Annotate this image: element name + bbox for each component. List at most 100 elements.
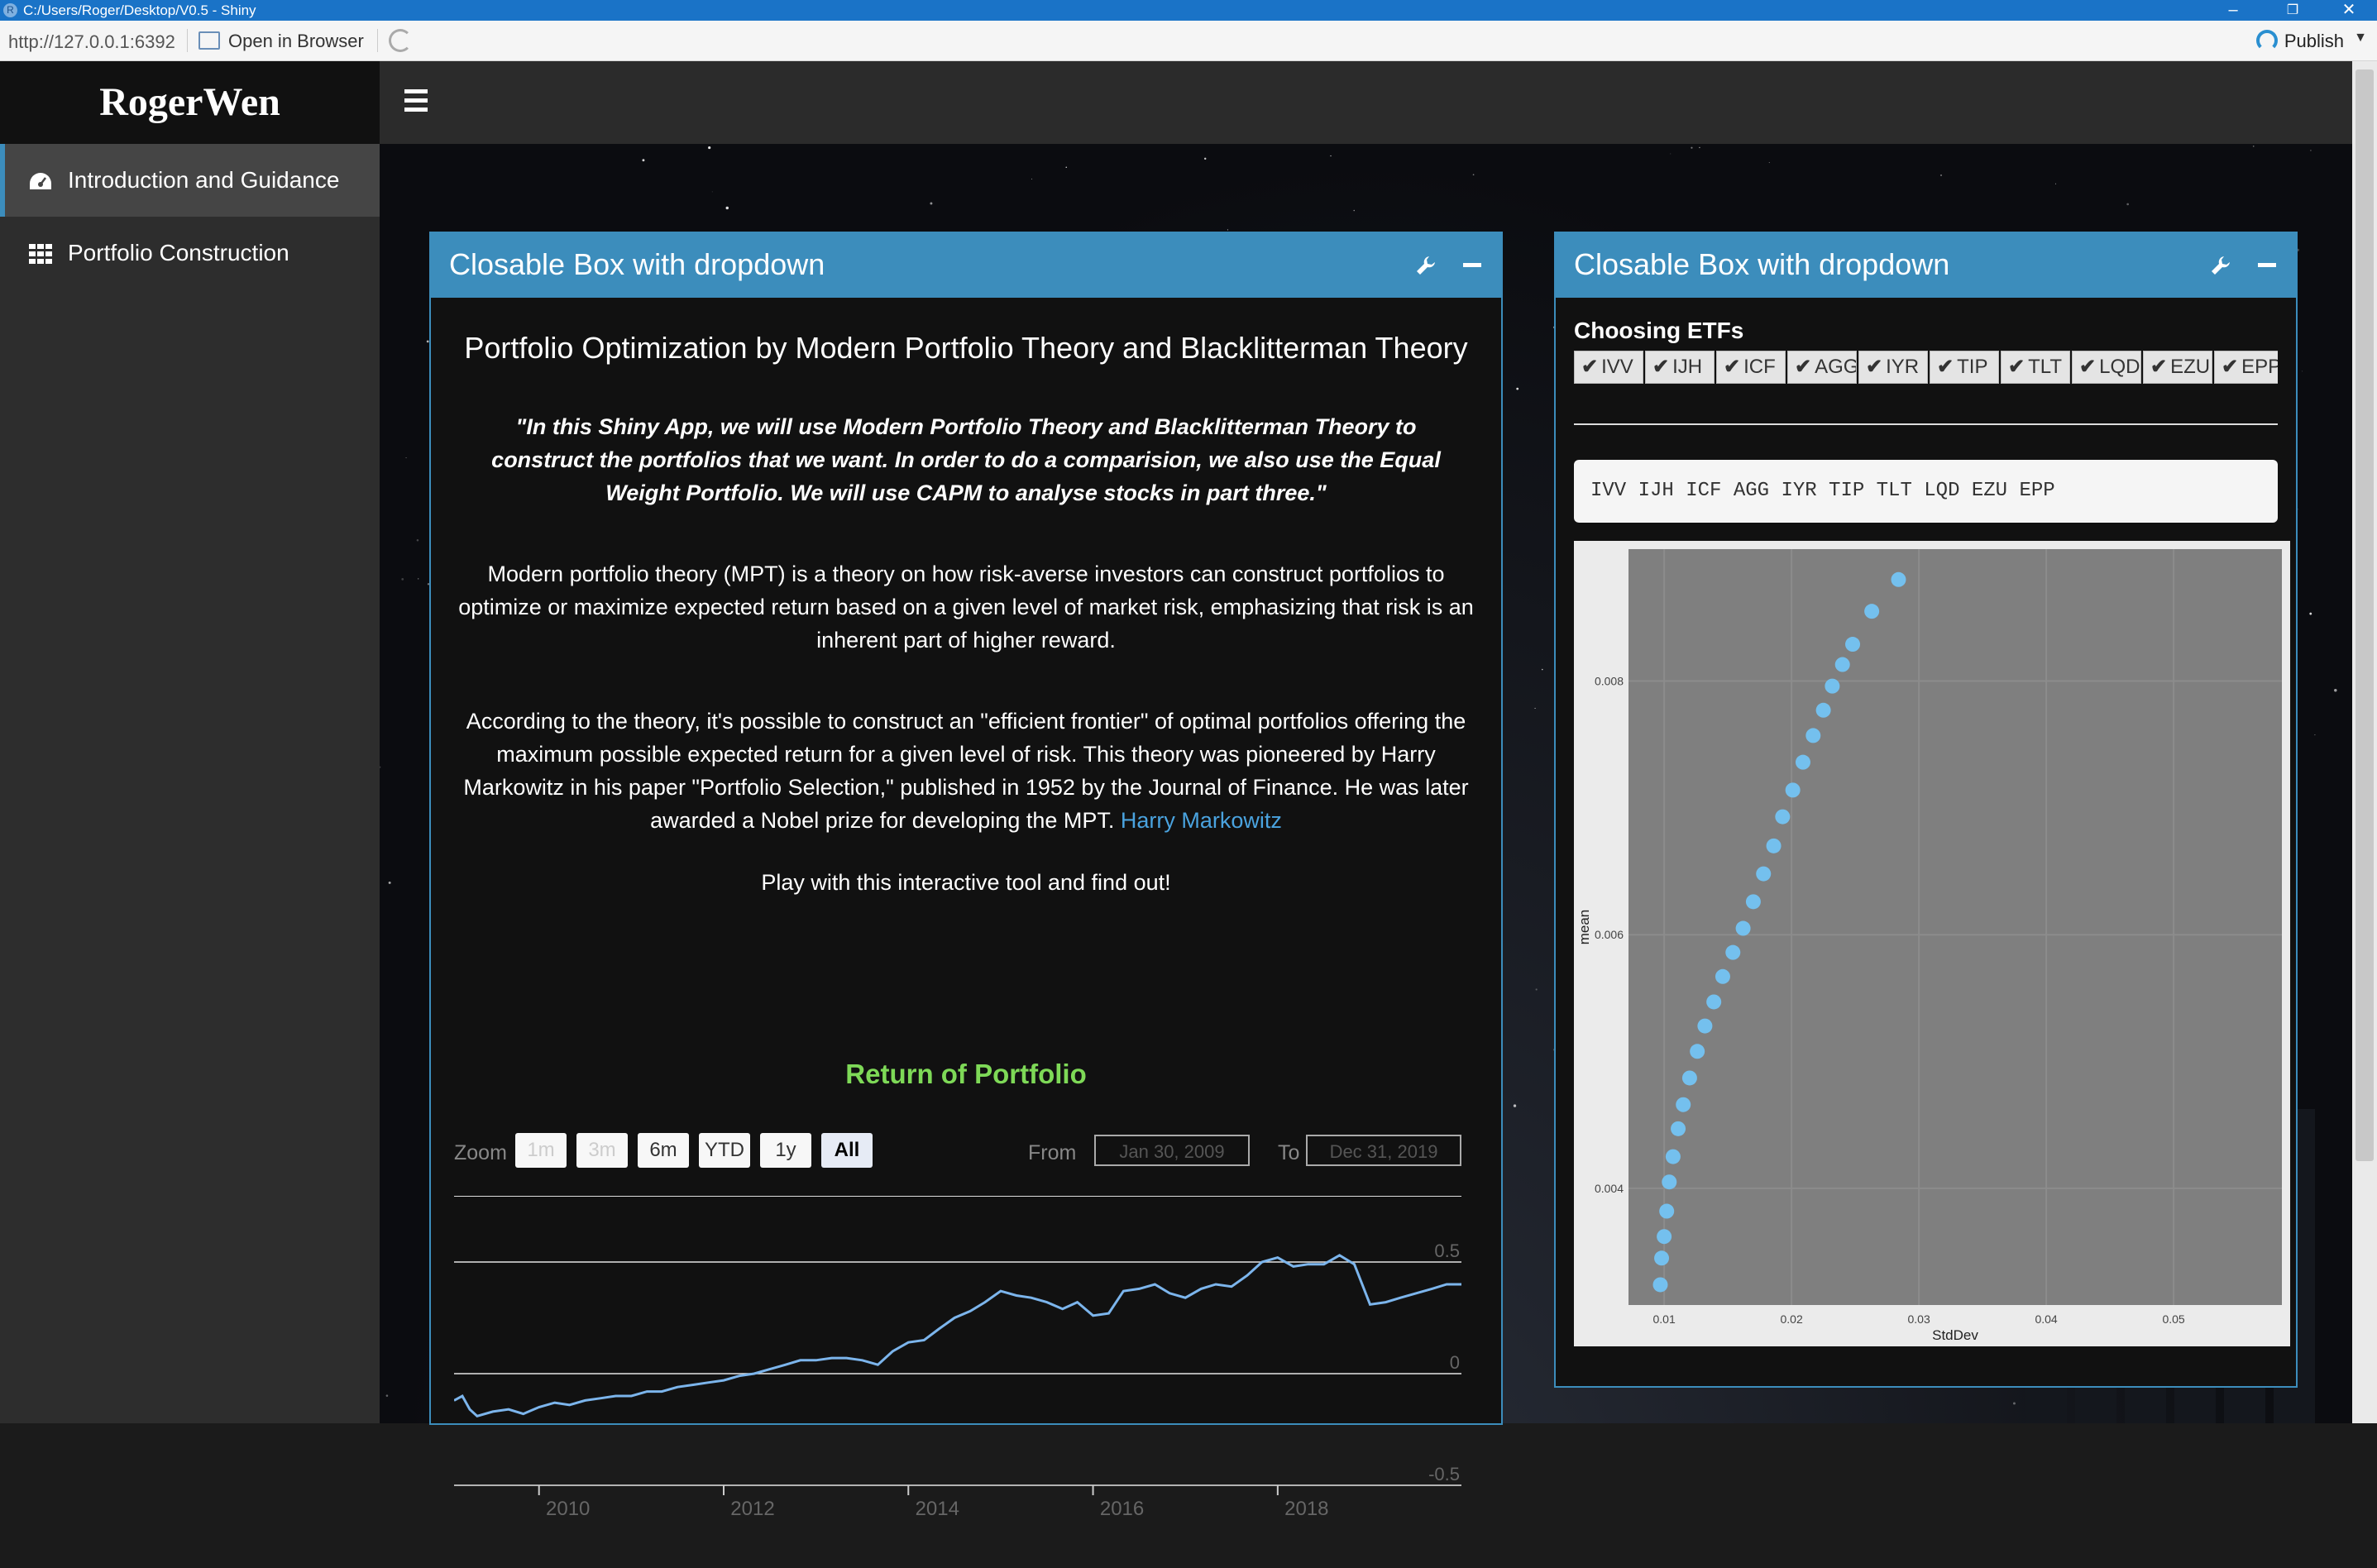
frontier-point [1676,1097,1691,1112]
from-date-input[interactable]: Jan 30, 2009 [1094,1135,1250,1166]
wrench-icon[interactable] [2210,255,2231,276]
etf-chip-ivv[interactable]: ✔ IVV [1574,351,1643,384]
x-tick-label: 2014 [916,1498,959,1520]
refresh-icon[interactable] [389,29,412,52]
publish-dropdown-icon[interactable]: ▼ [2354,31,2367,45]
star [1535,988,1538,991]
main-header [380,61,2352,144]
star [1227,229,1228,231]
star [1541,668,1543,671]
check-icon: ✔ [2079,356,2097,378]
minimize-button[interactable]: – [2208,0,2258,21]
maximize-button[interactable]: ❐ [2268,0,2317,21]
sidebar: Introduction and Guidance Portfolio Cons… [0,144,380,1423]
x-tick-label: 2016 [1100,1498,1144,1520]
check-icon: ✔ [2008,356,2025,378]
etf-checkbox-group: ✔ IVV ✔ IJH ✔ ICF ✔ AGG ✔ IYR ✔ TIP ✔ TLT ✔ LQD ✔ EZU ✔ EPP [1574,351,2278,385]
efficient-frontier-plot[interactable]: 0.01 0.02 0.03 0.04 0.05 0.004 0.006 0.008 StdDe… [1574,369,2290,1346]
x-tick-label: 2010 [546,1498,590,1520]
etf-chip-tip[interactable]: ✔ TIP [1930,351,1999,384]
publish-button[interactable]: Publish [2255,30,2344,53]
frontier-point [1657,1229,1672,1245]
frontier-point [1815,702,1831,718]
etf-chip-epp[interactable]: ✔ EPP [2214,351,2278,384]
close-window-button[interactable]: ✕ [2324,0,2374,21]
star [1691,146,1693,149]
page-scrollbar[interactable] [2352,61,2377,1423]
etf-box: Closable Box with dropdown Choosing ETFs… [1554,232,2298,1388]
to-label: To [1278,1141,1300,1164]
star [2309,612,2312,615]
url-display: http://127.0.0.1:6392 [8,31,175,52]
from-label: From [1028,1141,1077,1164]
open-in-browser-button[interactable]: Open in Browser [198,29,364,54]
sidebar-toggle-icon[interactable] [404,89,428,114]
star [642,159,645,162]
return-line-chart[interactable]: 0.5 0 -0.5 2010 2012 2014 2016 2018 [454,1196,1461,1568]
harry-markowitz-link[interactable]: Harry Markowitz [1121,808,1282,833]
star [388,881,391,884]
frontier-point [1671,1121,1686,1136]
sidebar-item-label: Introduction and Guidance [68,167,340,193]
etf-chip-tlt[interactable]: ✔ TLT [2001,351,2070,384]
zoom-1y-button[interactable]: 1y [760,1133,811,1168]
selected-etfs-output: IVV IJH ICF AGG IYR TIP TLT LQD EZU EPP [1574,460,2278,523]
wrench-icon[interactable] [1415,255,1437,276]
star [416,538,419,542]
grid-icon [29,244,52,264]
divider [1574,423,2278,425]
range-selector: Zoom 1m 3m 6m YTD 1y All From Jan 30, 20… [454,1133,1478,1169]
star [1203,157,1207,160]
x-tick-label: 0.05 [2162,1312,2184,1326]
frontier-point [1845,637,1861,653]
x-axis-label: StdDev [1932,1327,1978,1343]
frontier-plot-container: 0.01 0.02 0.03 0.04 0.05 0.004 0.006 0.008 StdDe… [1574,369,2290,1346]
etf-chip-iyr[interactable]: ✔ IYR [1858,351,1928,384]
toolbar-divider [377,29,378,52]
zoom-all-button[interactable]: All [821,1133,873,1168]
frontier-point [1654,1250,1670,1266]
intro-quote: "In this Shiny App, we will use Modern P… [491,414,1441,505]
y-tick-label: 0.004 [1595,1182,1624,1195]
collapse-icon[interactable] [2258,263,2276,267]
frontier-point [1735,920,1751,936]
frontier-point [1715,968,1730,984]
star [2126,203,2129,206]
y-tick-label: 0.006 [1595,928,1624,941]
zoom-6m-button[interactable]: 6m [638,1133,689,1168]
frontier-text: According to the theory, it's possible t… [463,709,1469,833]
check-icon: ✔ [1652,356,1670,378]
etf-chip-ijh[interactable]: ✔ IJH [1645,351,1715,384]
zoom-1m-button[interactable]: 1m [515,1133,567,1168]
etf-chip-icf[interactable]: ✔ ICF [1716,351,1786,384]
collapse-icon[interactable] [1463,263,1481,267]
to-date-input[interactable]: Dec 31, 2019 [1306,1135,1461,1166]
sidebar-item-portfolio-construction[interactable]: Portfolio Construction [0,217,380,289]
frontier-point [1795,754,1810,770]
frontier-point [1659,1203,1675,1219]
frontier-point [1766,838,1782,853]
sidebar-item-label: Portfolio Construction [68,240,289,265]
y-axis-label: mean [1576,910,1592,945]
scrollbar-thumb[interactable] [2355,69,2374,1161]
etf-label: IJH [1672,356,1703,378]
open-in-browser-label: Open in Browser [228,31,364,51]
etf-label: AGG [1815,356,1857,378]
star [1670,153,1672,155]
box-body: Portfolio Optimization by Modern Portfol… [454,298,1478,1520]
box-title: Closable Box with dropdown [1574,247,1950,281]
sidebar-item-introduction[interactable]: Introduction and Guidance [0,144,380,217]
etf-label: ICF [1743,356,1776,378]
star [1472,174,1475,176]
zoom-3m-button[interactable]: 3m [576,1133,628,1168]
box-header: Closable Box with dropdown [431,232,1501,298]
star [930,202,933,205]
star [2334,689,2337,692]
etf-chip-lqd[interactable]: ✔ LQD [2072,351,2141,384]
etf-chip-agg[interactable]: ✔ AGG [1787,351,1857,384]
etf-chip-ezu[interactable]: ✔ EZU [2143,351,2212,384]
zoom-ytd-button[interactable]: YTD [699,1133,750,1168]
y-tick-label: -0.5 [1428,1464,1460,1484]
frontier-point [1891,571,1906,587]
return-series-line [454,1254,1461,1417]
